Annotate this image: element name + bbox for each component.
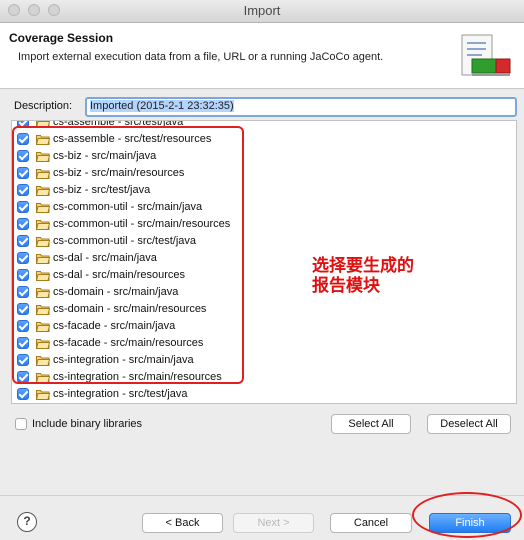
list-item[interactable]: cs-integration - src/test/java xyxy=(12,386,516,403)
item-checkbox[interactable] xyxy=(17,218,29,230)
description-input[interactable]: Imported (2015-2-1 23:32:35) xyxy=(85,97,517,117)
annotation-line-2: 报告模块 xyxy=(312,276,380,296)
include-binary-checkbox[interactable] xyxy=(15,418,27,430)
item-checkbox[interactable] xyxy=(17,167,29,179)
item-label: cs-biz - src/main/resources xyxy=(53,167,185,179)
finish-button[interactable]: Finish xyxy=(429,513,511,533)
wizard-header: Coverage Session Import external executi… xyxy=(0,23,524,89)
item-label: cs-integration - src/main/java xyxy=(53,354,194,366)
item-label: cs-common-util - src/main/resources xyxy=(53,218,231,230)
package-folder-icon xyxy=(36,135,50,145)
item-checkbox[interactable] xyxy=(17,121,29,128)
item-checkbox[interactable] xyxy=(17,371,29,383)
item-checkbox[interactable] xyxy=(17,303,29,315)
package-folder-icon xyxy=(36,322,50,332)
description-value: Imported (2015-2-1 23:32:35) xyxy=(90,100,234,112)
page-title: Coverage Session xyxy=(9,31,114,45)
list-item[interactable]: cs-common-util - src/main/java xyxy=(12,199,516,216)
package-folder-icon xyxy=(36,203,50,213)
package-folder-icon xyxy=(36,373,50,383)
item-checkbox[interactable] xyxy=(17,184,29,196)
item-label: cs-biz - src/main/java xyxy=(53,150,157,162)
item-checkbox[interactable] xyxy=(17,269,29,281)
package-folder-icon xyxy=(36,288,50,298)
package-folder-icon xyxy=(36,305,50,315)
annotation-text: 选择要生成的 报告模块 xyxy=(312,256,442,296)
item-checkbox[interactable] xyxy=(17,286,29,298)
cancel-button[interactable]: Cancel xyxy=(330,513,412,533)
select-all-button[interactable]: Select All xyxy=(331,414,411,434)
deselect-all-button[interactable]: Deselect All xyxy=(427,414,511,434)
item-label: cs-assemble - src/test/java xyxy=(53,120,184,128)
item-label: cs-biz - src/test/java xyxy=(53,184,151,196)
list-item[interactable]: cs-assemble - src/test/java xyxy=(12,120,516,131)
page-description: Import external execution data from a fi… xyxy=(18,51,384,63)
package-folder-icon xyxy=(36,152,50,162)
coverage-import-icon xyxy=(461,34,511,76)
item-checkbox[interactable] xyxy=(17,150,29,162)
package-folder-icon xyxy=(36,169,50,179)
item-label: cs-domain - src/main/resources xyxy=(53,303,207,315)
list-item[interactable]: cs-biz - src/main/java xyxy=(12,148,516,165)
package-folder-icon xyxy=(36,237,50,247)
annotation-line-1: 选择要生成的 xyxy=(312,256,414,276)
footer-separator xyxy=(0,495,524,496)
item-label: cs-common-util - src/main/java xyxy=(53,201,203,213)
item-checkbox[interactable] xyxy=(17,252,29,264)
item-label: cs-domain - src/main/java xyxy=(53,286,179,298)
window-titlebar: Import xyxy=(0,0,524,23)
package-folder-icon xyxy=(36,220,50,230)
item-checkbox[interactable] xyxy=(17,388,29,400)
back-button[interactable]: < Back xyxy=(142,513,223,533)
item-label: cs-assemble - src/test/resources xyxy=(53,133,212,145)
item-checkbox[interactable] xyxy=(17,133,29,145)
package-folder-icon xyxy=(36,121,50,128)
window-title: Import xyxy=(243,3,281,18)
include-binary-label: Include binary libraries xyxy=(32,418,143,430)
package-folder-icon xyxy=(36,254,50,264)
item-label: cs-dal - src/main/resources xyxy=(53,269,186,281)
item-label: cs-integration - src/main/resources xyxy=(53,371,222,383)
package-folder-icon xyxy=(36,271,50,281)
help-icon[interactable]: ? xyxy=(17,512,37,532)
item-label: cs-common-util - src/test/java xyxy=(53,235,197,247)
item-checkbox[interactable] xyxy=(17,354,29,366)
list-item[interactable]: cs-integration - src/main/resources xyxy=(12,369,516,386)
item-checkbox[interactable] xyxy=(17,235,29,247)
description-label: Description: xyxy=(14,100,73,112)
list-item[interactable]: cs-assemble - src/test/resources xyxy=(12,131,516,148)
package-folder-icon xyxy=(36,339,50,349)
package-folder-icon xyxy=(36,186,50,196)
list-item[interactable]: cs-biz - src/test/java xyxy=(12,182,516,199)
list-item[interactable]: cs-common-util - src/main/resources xyxy=(12,216,516,233)
item-checkbox[interactable] xyxy=(17,201,29,213)
list-item[interactable]: cs-facade - src/main/java xyxy=(12,318,516,335)
list-item[interactable]: cs-biz - src/main/resources xyxy=(12,165,516,182)
package-folder-icon xyxy=(36,390,50,400)
list-item[interactable]: cs-domain - src/main/resources xyxy=(12,301,516,318)
list-item[interactable]: cs-common-util - src/test/java xyxy=(12,233,516,250)
package-folder-icon xyxy=(36,356,50,366)
list-item[interactable]: cs-facade - src/main/resources xyxy=(12,335,516,352)
item-checkbox[interactable] xyxy=(17,320,29,332)
item-label: cs-facade - src/main/resources xyxy=(53,337,204,349)
item-checkbox[interactable] xyxy=(17,337,29,349)
item-label: cs-dal - src/main/java xyxy=(53,252,157,264)
list-item[interactable]: cs-integration - src/main/java xyxy=(12,352,516,369)
item-label: cs-integration - src/test/java xyxy=(53,388,188,400)
next-button[interactable]: Next > xyxy=(233,513,314,533)
item-label: cs-facade - src/main/java xyxy=(53,320,176,332)
